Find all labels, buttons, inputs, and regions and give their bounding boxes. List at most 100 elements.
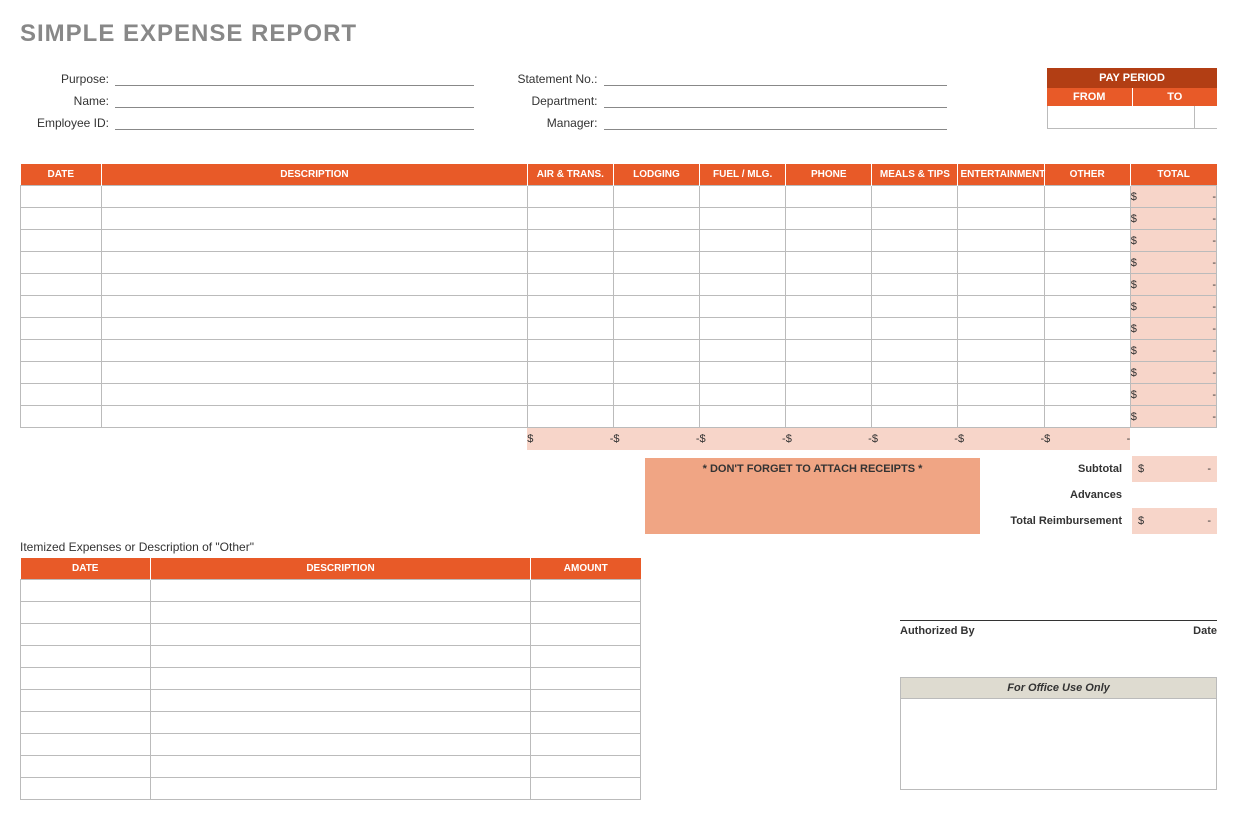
expense-cell-input[interactable]: [700, 318, 785, 339]
itemized-cell-input[interactable]: [151, 756, 530, 777]
expense-cell-input[interactable]: [21, 252, 101, 273]
expense-cell-input[interactable]: [528, 252, 613, 273]
itemized-cell-input[interactable]: [21, 624, 150, 645]
expense-cell-input[interactable]: [1045, 296, 1130, 317]
expense-cell-input[interactable]: [21, 384, 101, 405]
pay-period-from-input[interactable]: [1048, 106, 1195, 128]
expense-cell-input[interactable]: [102, 230, 527, 251]
itemized-cell-input[interactable]: [531, 690, 640, 711]
expense-cell-input[interactable]: [872, 274, 957, 295]
expense-cell-input[interactable]: [614, 340, 699, 361]
expense-cell-input[interactable]: [102, 296, 527, 317]
expense-cell-input[interactable]: [21, 406, 101, 427]
expense-cell-input[interactable]: [786, 384, 871, 405]
expense-cell-input[interactable]: [700, 296, 785, 317]
expense-cell-input[interactable]: [786, 362, 871, 383]
itemized-cell-input[interactable]: [151, 668, 530, 689]
expense-cell-input[interactable]: [1045, 384, 1130, 405]
expense-cell-input[interactable]: [102, 274, 527, 295]
expense-cell-input[interactable]: [786, 406, 871, 427]
expense-cell-input[interactable]: [102, 384, 527, 405]
itemized-cell-input[interactable]: [151, 624, 530, 645]
expense-cell-input[interactable]: [700, 208, 785, 229]
expense-cell-input[interactable]: [872, 384, 957, 405]
expense-cell-input[interactable]: [872, 318, 957, 339]
expense-cell-input[interactable]: [614, 230, 699, 251]
itemized-cell-input[interactable]: [151, 602, 530, 623]
manager-input[interactable]: [604, 112, 948, 130]
itemized-cell-input[interactable]: [531, 668, 640, 689]
expense-cell-input[interactable]: [872, 296, 957, 317]
expense-cell-input[interactable]: [102, 208, 527, 229]
expense-cell-input[interactable]: [614, 384, 699, 405]
expense-cell-input[interactable]: [21, 362, 101, 383]
expense-cell-input[interactable]: [1045, 340, 1130, 361]
expense-cell-input[interactable]: [21, 208, 101, 229]
itemized-cell-input[interactable]: [21, 712, 150, 733]
itemized-cell-input[interactable]: [21, 778, 150, 799]
expense-cell-input[interactable]: [700, 274, 785, 295]
expense-cell-input[interactable]: [528, 274, 613, 295]
expense-cell-input[interactable]: [958, 274, 1043, 295]
expense-cell-input[interactable]: [1045, 252, 1130, 273]
itemized-cell-input[interactable]: [151, 646, 530, 667]
expense-cell-input[interactable]: [614, 252, 699, 273]
expense-cell-input[interactable]: [958, 318, 1043, 339]
itemized-cell-input[interactable]: [531, 646, 640, 667]
expense-cell-input[interactable]: [786, 318, 871, 339]
itemized-cell-input[interactable]: [531, 602, 640, 623]
purpose-input[interactable]: [115, 68, 474, 86]
expense-cell-input[interactable]: [872, 340, 957, 361]
expense-cell-input[interactable]: [958, 208, 1043, 229]
expense-cell-input[interactable]: [1045, 230, 1130, 251]
department-input[interactable]: [604, 90, 948, 108]
expense-cell-input[interactable]: [872, 406, 957, 427]
itemized-cell-input[interactable]: [21, 668, 150, 689]
expense-cell-input[interactable]: [700, 362, 785, 383]
expense-cell-input[interactable]: [21, 230, 101, 251]
itemized-cell-input[interactable]: [151, 690, 530, 711]
itemized-cell-input[interactable]: [531, 712, 640, 733]
expense-cell-input[interactable]: [958, 186, 1043, 207]
expense-cell-input[interactable]: [614, 406, 699, 427]
expense-cell-input[interactable]: [528, 384, 613, 405]
employee-id-input[interactable]: [115, 112, 474, 130]
expense-cell-input[interactable]: [614, 362, 699, 383]
itemized-cell-input[interactable]: [21, 602, 150, 623]
expense-cell-input[interactable]: [872, 252, 957, 273]
expense-cell-input[interactable]: [872, 186, 957, 207]
itemized-cell-input[interactable]: [531, 778, 640, 799]
expense-cell-input[interactable]: [872, 208, 957, 229]
expense-cell-input[interactable]: [700, 230, 785, 251]
expense-cell-input[interactable]: [21, 186, 101, 207]
expense-cell-input[interactable]: [528, 296, 613, 317]
expense-cell-input[interactable]: [102, 318, 527, 339]
expense-cell-input[interactable]: [102, 362, 527, 383]
pay-period-to-input[interactable]: [1195, 106, 1237, 128]
itemized-cell-input[interactable]: [21, 646, 150, 667]
expense-cell-input[interactable]: [786, 186, 871, 207]
expense-cell-input[interactable]: [786, 208, 871, 229]
statement-no-input[interactable]: [604, 68, 948, 86]
itemized-cell-input[interactable]: [531, 624, 640, 645]
expense-cell-input[interactable]: [700, 252, 785, 273]
expense-cell-input[interactable]: [1045, 406, 1130, 427]
expense-cell-input[interactable]: [700, 384, 785, 405]
expense-cell-input[interactable]: [786, 230, 871, 251]
name-input[interactable]: [115, 90, 474, 108]
expense-cell-input[interactable]: [958, 384, 1043, 405]
expense-cell-input[interactable]: [700, 340, 785, 361]
itemized-cell-input[interactable]: [531, 756, 640, 777]
expense-cell-input[interactable]: [21, 274, 101, 295]
itemized-cell-input[interactable]: [21, 756, 150, 777]
expense-cell-input[interactable]: [614, 318, 699, 339]
itemized-cell-input[interactable]: [21, 734, 150, 755]
expense-cell-input[interactable]: [958, 230, 1043, 251]
expense-cell-input[interactable]: [958, 362, 1043, 383]
advances-value[interactable]: [1132, 482, 1217, 508]
expense-cell-input[interactable]: [528, 186, 613, 207]
itemized-cell-input[interactable]: [151, 712, 530, 733]
expense-cell-input[interactable]: [786, 274, 871, 295]
expense-cell-input[interactable]: [1045, 208, 1130, 229]
itemized-cell-input[interactable]: [21, 580, 150, 601]
